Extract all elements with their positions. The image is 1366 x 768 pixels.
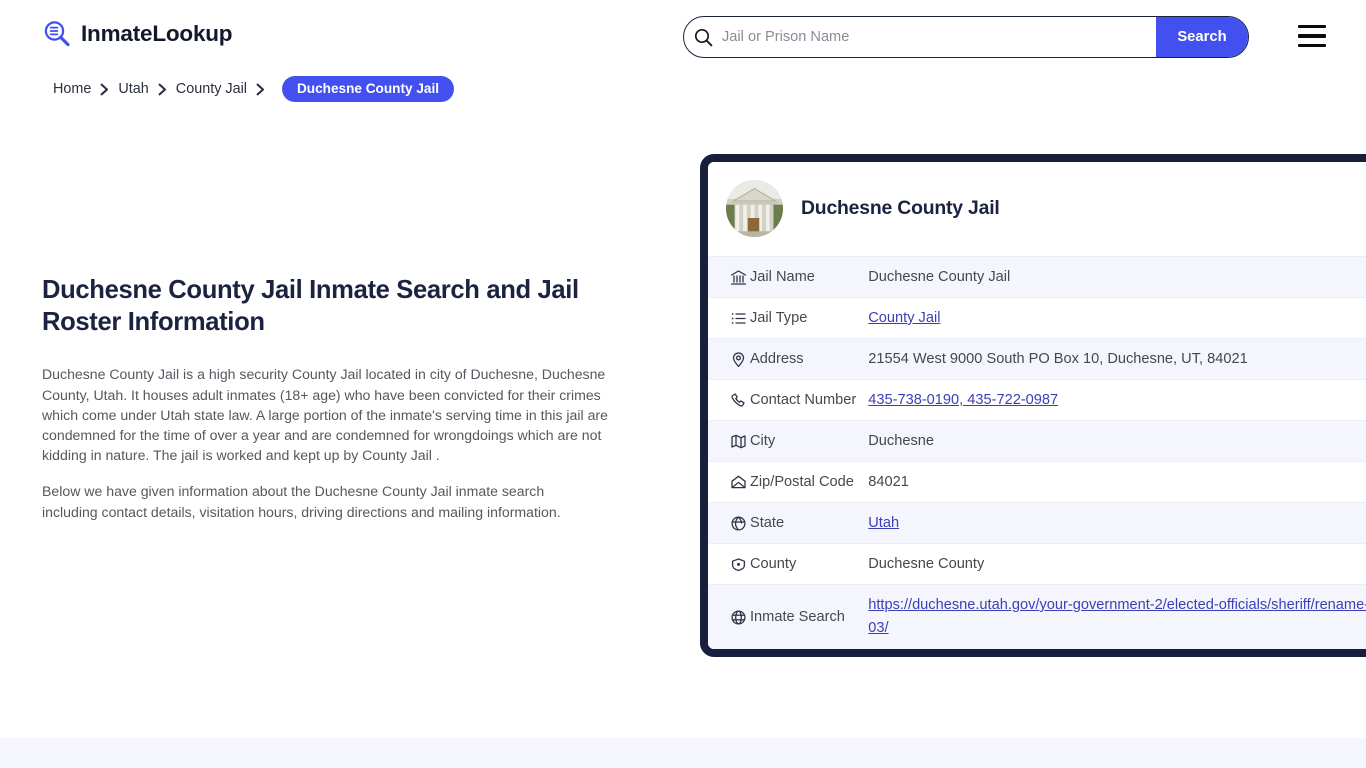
row-value: Duchesne County xyxy=(868,556,985,572)
phone-icon xyxy=(708,380,750,421)
row-value-link[interactable]: County Jail xyxy=(868,310,940,326)
intro-paragraph: Duchesne County Jail is a high security … xyxy=(42,366,608,464)
map-icon xyxy=(708,421,750,462)
list-icon xyxy=(708,298,750,339)
search-bar[interactable]: Search xyxy=(683,16,1249,58)
brand-logo[interactable]: InmateLookup xyxy=(42,19,233,49)
row-value[interactable]: 435-738-0190, 435-722-0987 xyxy=(868,380,1366,421)
footer-band xyxy=(0,738,1366,768)
breadcrumb-current-page: Duchesne County Jail xyxy=(281,76,454,102)
row-value-link[interactable]: Utah xyxy=(868,515,899,531)
row-value: Duchesne xyxy=(868,433,934,449)
row-value: 84021 xyxy=(868,474,909,490)
hamburger-bar xyxy=(1298,43,1326,47)
breadcrumb: Home Utah County Jail Duchesne County Ja… xyxy=(53,76,454,102)
globe-icon xyxy=(708,585,750,650)
map-pin-icon xyxy=(708,339,750,380)
brand-name: InmateLookup xyxy=(81,21,233,46)
table-row: Contact Number 435-738-0190, 435-722-098… xyxy=(708,379,1366,421)
hamburger-bar xyxy=(1298,34,1326,38)
search-input[interactable] xyxy=(722,17,1156,57)
card-title: Duchesne County Jail xyxy=(801,197,1000,219)
row-label: Jail Type xyxy=(750,310,808,326)
row-value: Duchesne County Jail xyxy=(868,269,1011,285)
table-row: City Duchesne xyxy=(708,420,1366,462)
chevron-right-icon xyxy=(100,83,109,96)
chevron-right-icon xyxy=(158,83,167,96)
bank-building-icon xyxy=(708,257,750,298)
search-button[interactable]: Search xyxy=(1156,17,1248,57)
table-row: Jail Name Duchesne County Jail xyxy=(708,256,1366,298)
inmate-search-link[interactable]: https://duchesne.utah.gov/your-governmen… xyxy=(868,597,1366,636)
jail-info-card: Duchesne County Jail Jail Name Duchesne … xyxy=(700,154,1366,657)
site-header: InmateLookup Search xyxy=(0,0,1366,74)
county-badge-icon xyxy=(708,544,750,585)
table-row: County Duchesne County xyxy=(708,543,1366,585)
row-label: Address xyxy=(750,351,804,367)
row-value[interactable]: Utah xyxy=(868,503,1366,544)
breadcrumb-item-county-jail[interactable]: County Jail xyxy=(176,81,247,97)
row-value[interactable]: https://duchesne.utah.gov/your-governmen… xyxy=(868,585,1366,650)
search-icon xyxy=(684,28,722,47)
secondary-paragraph: Below we have given information about th… xyxy=(42,483,561,520)
row-value-link[interactable]: 435-738-0190, 435-722-0987 xyxy=(868,392,1058,408)
row-label: Inmate Search xyxy=(750,609,845,625)
table-row: Jail Type County Jail xyxy=(708,297,1366,339)
breadcrumb-item-utah[interactable]: Utah xyxy=(118,81,148,97)
table-row: Inmate Search https://duchesne.utah.gov/… xyxy=(708,584,1366,650)
row-label: State xyxy=(750,515,785,531)
row-label: Zip/Postal Code xyxy=(750,474,854,490)
courthouse-building-photo xyxy=(726,180,783,237)
chevron-right-icon xyxy=(256,83,265,96)
hamburger-menu-icon[interactable] xyxy=(1298,25,1326,47)
row-label: Jail Name xyxy=(750,269,815,285)
table-row: Address 21554 West 9000 South PO Box 10,… xyxy=(708,338,1366,380)
row-label: Contact Number xyxy=(750,392,857,408)
page-title: Duchesne County Jail Inmate Search and J… xyxy=(42,276,579,337)
envelope-icon xyxy=(708,462,750,503)
row-value: 21554 West 9000 South PO Box 10, Duchesn… xyxy=(868,351,1248,367)
row-label: City xyxy=(750,433,776,449)
breadcrumb-item-home[interactable]: Home xyxy=(53,81,91,97)
globe-shield-icon xyxy=(708,503,750,544)
row-value[interactable]: County Jail xyxy=(868,298,1366,339)
card-header: Duchesne County Jail xyxy=(708,162,1366,256)
table-row: Zip/Postal Code 84021 xyxy=(708,461,1366,503)
jail-details-table: Jail Name Duchesne County Jail Jail Type… xyxy=(708,256,1366,649)
article-column: Duchesne County Jail Inmate Search and J… xyxy=(42,274,640,538)
table-row: State Utah xyxy=(708,502,1366,544)
hamburger-bar xyxy=(1298,25,1326,29)
row-label: County xyxy=(750,556,797,572)
magnifier-list-icon xyxy=(42,19,72,49)
